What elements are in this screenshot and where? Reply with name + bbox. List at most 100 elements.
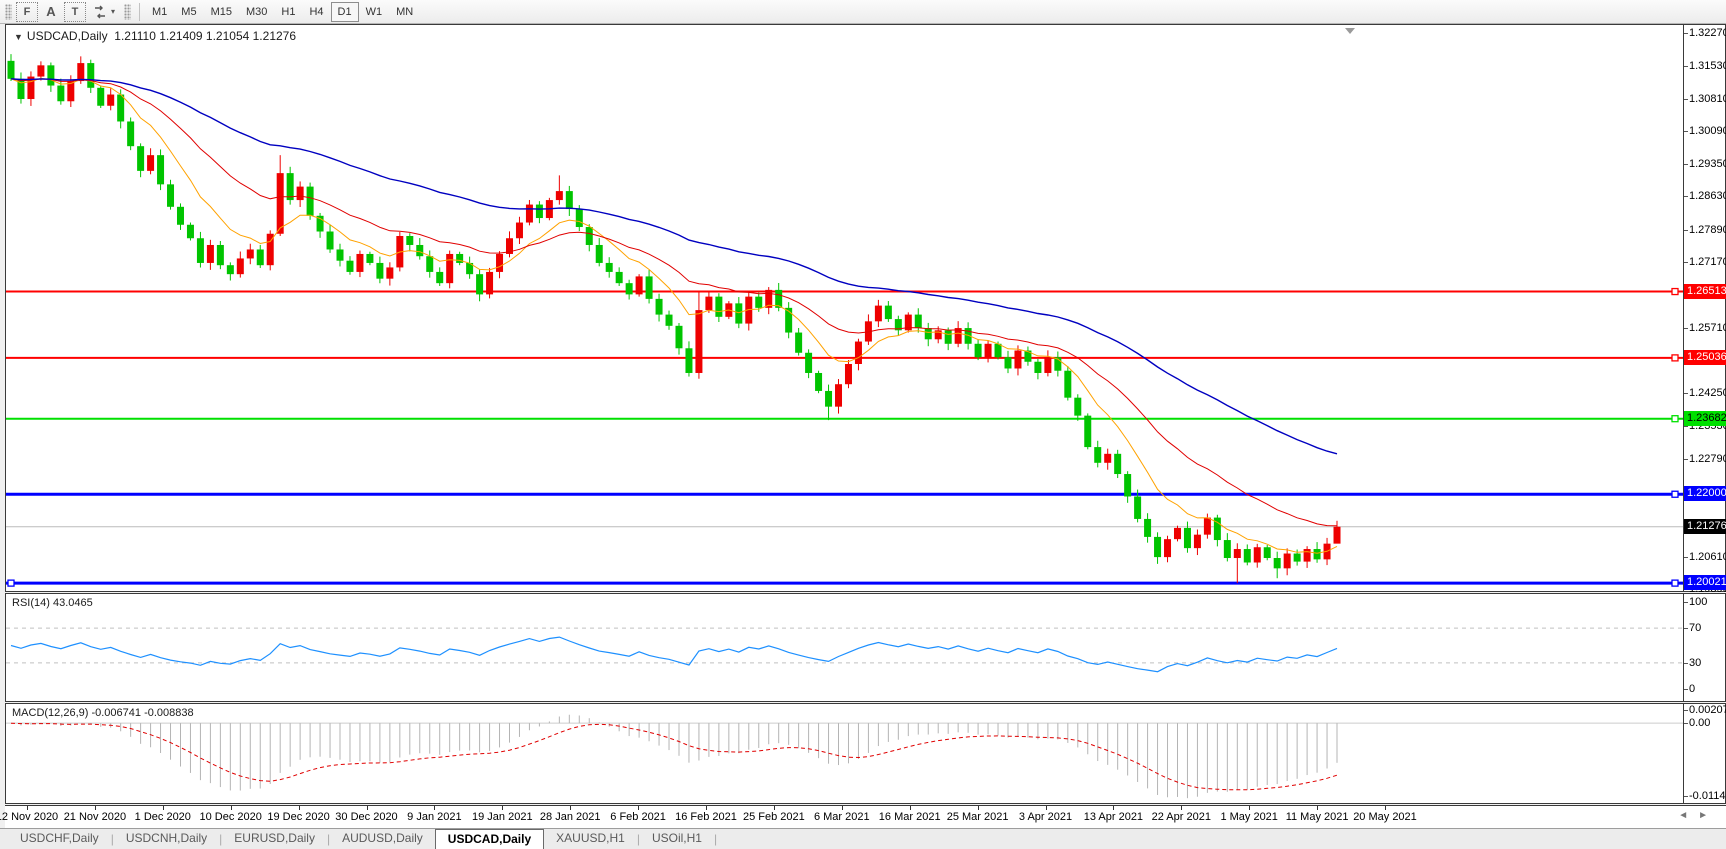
scroll-left-icon[interactable]: ◄ [1678,810,1698,821]
date-axis[interactable]: ◄► 12 Nov 2020 21 Nov 2020 1 Dec 2020 10 De… [0,805,1726,828]
tab-usoil-h1[interactable]: USOil,H1 [640,829,714,849]
macd-panel: MACD(12,26,9) -0.006741 -0.008838 0.0020… [5,703,1726,804]
macd-chart[interactable]: MACD(12,26,9) -0.006741 -0.008838 [6,704,1683,803]
price-tick-label: 1.20610 [1689,550,1726,563]
scroll-right-icon[interactable]: ► [1698,810,1718,821]
arrows-glyph [95,5,105,18]
macd-tick-label: -0.011462 [1689,790,1726,802]
date-tick-mark [841,806,843,810]
fast-ma [10,77,1338,554]
text-tool-icon[interactable]: T [64,1,86,22]
rsi-chart[interactable]: RSI(14) 43.0465 [6,594,1683,701]
tf-button-h1[interactable]: H1 [274,2,302,22]
chart-shift-icon[interactable]: F [16,1,38,22]
tab-usdcad-daily[interactable]: USDCAD,Daily [434,829,545,849]
price-tick-mark [1684,33,1688,34]
drawing-tools-icon[interactable]: ▾ [88,2,120,22]
price-tick-mark [1684,556,1688,558]
macd-axis[interactable]: 0.0020740.00 -0.011462 [1683,704,1726,803]
date-tick-mark [977,806,979,810]
price-tick-label: 1.25710 [1689,321,1726,334]
chart-window: ▼ USDCAD,Daily 1.21110 1.21409 1.21054 1.… [0,24,1726,849]
macd-tick-mark [1684,796,1688,797]
tf-button-m1[interactable]: M1 [145,2,174,22]
hline-price-label: 1.20021 [1684,575,1726,591]
collapse-icon[interactable]: ▼ [14,32,23,42]
macd-label: MACD(12,26,9) -0.006741 -0.008838 [12,707,194,719]
price-tick-label: 1.27890 [1689,223,1726,236]
date-tick-mark [434,806,436,810]
tab-eurusd-daily[interactable]: EURUSD,Daily [222,829,327,849]
tf-button-w1[interactable]: W1 [359,2,390,22]
dropdown-caret-icon: ▾ [111,7,116,16]
hline-price-label: 1.25036 [1684,349,1726,365]
rsi-tick-mark [1684,662,1688,664]
tab-xauusd-h1[interactable]: XAUUSD,H1 [544,829,637,849]
tf-button-m30[interactable]: M30 [239,2,274,22]
price-tick-label: 1.27170 [1689,256,1726,269]
font-tool-icon[interactable]: A [40,2,62,22]
date-tick-mark [1113,806,1115,810]
price-chart[interactable]: ▼ USDCAD,Daily 1.21110 1.21409 1.21054 1.… [6,25,1683,591]
date-tick-mark [1249,806,1251,810]
rsi-label: RSI(14) 43.0465 [12,597,93,609]
candlestick-svg [6,28,1683,587]
chart-quotes: 1.21110 1.21409 1.21054 1.21276 [114,29,297,43]
price-tick-label: 1.22790 [1689,452,1726,465]
tf-button-d1[interactable]: D1 [330,1,359,22]
price-tick-mark [1684,327,1688,329]
date-tick-mark [162,806,164,810]
mt4-app-window: F A T ▾ M1 M5 M15 M30 H1 H4 D1 W1 MN ▼ USDCAD,Dai… [0,0,1726,849]
date-tick-mark [1181,806,1183,810]
hline-price-label: 1.23682 [1684,410,1726,426]
price-tick-mark [1684,262,1688,264]
macd-tick-mark [1684,710,1688,711]
timeframe-buttons: M1 M5 M15 M30 H1 H4 D1 W1 MN [145,1,420,22]
tf-button-mn[interactable]: MN [389,2,420,22]
macd-tick-label: 0.002074 [1689,704,1726,716]
rsi-panel: RSI(14) 43.0465 100 70 30 0 [5,593,1726,702]
rsi-tick-mark [1684,689,1688,690]
price-tick-mark [1684,393,1688,395]
price-tick-label: 1.30810 [1689,92,1726,105]
date-tick-mark [1385,806,1386,810]
mid-ma [10,78,1338,527]
date-tick-mark [27,806,28,810]
price-tick-mark [1684,196,1688,198]
date-tick-mark [1317,806,1319,810]
price-tick-mark [1684,458,1688,460]
rsi-axis[interactable]: 100 70 30 0 [1683,594,1725,701]
date-tick-mark [1045,806,1047,810]
date-tick-mark [773,806,775,810]
chart-title: ▼ USDCAD,Daily 1.21110 1.21409 1.21054 1.… [14,29,296,43]
rsi-tick-label: 70 [1689,622,1702,635]
date-tick-mark [230,806,232,810]
tab-audusd-daily[interactable]: AUDUSD,Daily [330,829,435,849]
date-tick-mark [298,806,300,810]
price-tick-label: 1.28630 [1689,190,1726,203]
macd-tick-mark [1684,723,1688,725]
hline-price-label: 1.22000 [1684,486,1726,502]
price-tick-label: 1.29350 [1689,158,1726,171]
current-price-label: 1.21276 [1684,518,1726,534]
shift-marker-icon[interactable] [1345,28,1356,34]
toolbar-grip-2[interactable] [124,3,132,20]
toolbar-grip[interactable] [5,3,12,20]
tf-button-m5[interactable]: M5 [174,2,203,22]
horizontal-scroll-arrows[interactable]: ◄► [1678,810,1718,821]
price-tick-label: 1.32270 [1689,27,1726,39]
price-axis[interactable]: 1.32270 1.31530 1.30810 1.30090 1.29350 1.286… [1683,25,1726,595]
tf-button-m15[interactable]: M15 [204,2,239,22]
tab-usdcnh-daily[interactable]: USDCNH,Daily [114,829,219,849]
macd-svg [6,714,1683,799]
rsi-tick-label: 100 [1689,596,1708,608]
price-tick-mark [1684,98,1688,100]
date-label: 20 May 2021 [1353,811,1417,823]
rsi-line [10,636,1338,673]
tab-usdchf-daily[interactable]: USDCHF,Daily [8,829,111,849]
top-toolbar: F A T ▾ M1 M5 M15 M30 H1 H4 D1 W1 MN [0,0,1726,24]
price-tick-mark [1684,229,1688,231]
tf-button-h4[interactable]: H4 [302,2,330,22]
rsi-tick-mark [1684,628,1688,630]
toolbar-separator [139,2,141,21]
